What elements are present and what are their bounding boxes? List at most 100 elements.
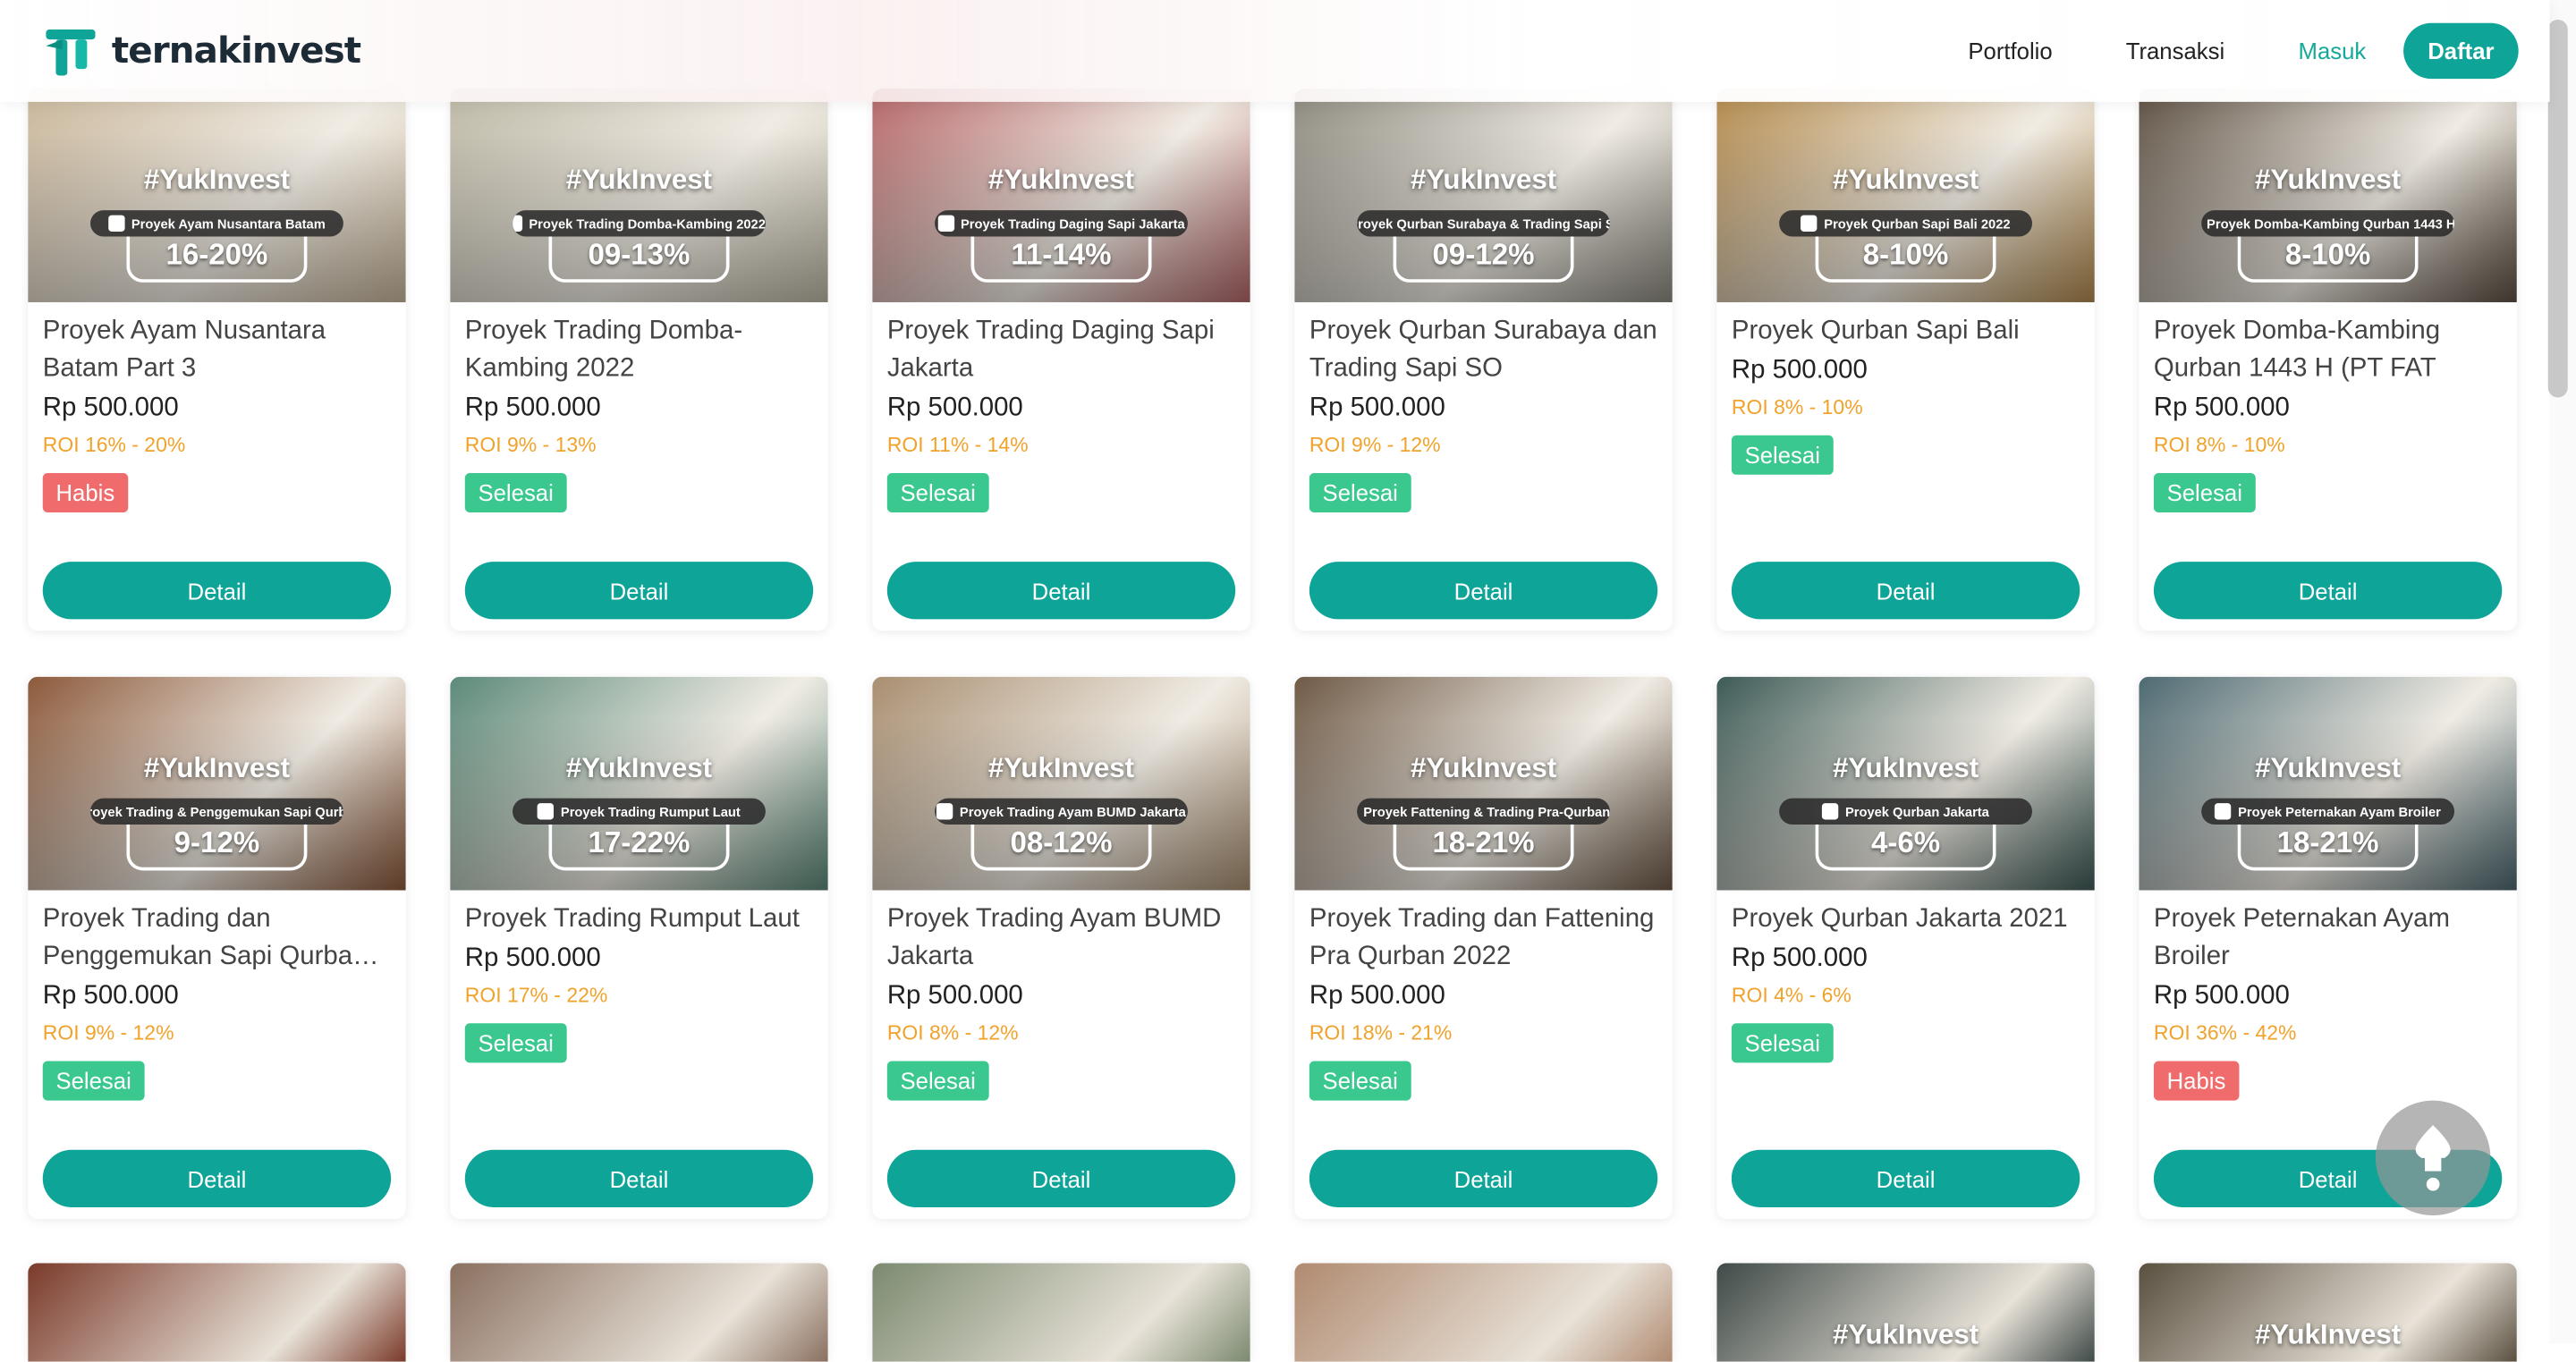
project-title[interactable]: Proyek Trading dan Fattening Pra Qurban … <box>1309 901 1657 976</box>
project-title[interactable]: Proyek Trading Rumput Laut <box>465 901 813 938</box>
project-photo <box>872 1263 1250 1362</box>
project-image[interactable]: #YukInvest Proyek Ayam Nusantara Batam 16-… <box>28 89 406 302</box>
arrow-up-icon <box>2415 1125 2451 1191</box>
yukinvest-banner-text: #YukInvest <box>565 752 713 784</box>
project-image[interactable]: #YukInvest Proyek Fattening & Trading Pra… <box>1294 676 1673 891</box>
project-photo <box>450 1263 828 1362</box>
yukinvest-banner-text: #YukInvest <box>1410 752 1557 784</box>
detail-button[interactable]: Detail <box>464 562 814 620</box>
project-image[interactable] <box>872 1263 1250 1362</box>
scrollbar-thumb[interactable] <box>2547 20 2568 398</box>
project-roi: ROI 9% - 13% <box>464 433 597 457</box>
project-title[interactable]: Proyek Peternakan Ayam Broiler <box>2154 901 2502 976</box>
status-badge: Habis <box>2153 1061 2240 1101</box>
project-price: Rp 500.000 <box>1309 982 1445 1011</box>
detail-button[interactable]: Detail <box>1309 1149 1658 1207</box>
status-badge: Selesai <box>42 1061 145 1101</box>
project-image[interactable]: #YukInvest Proyek Trading Rumput Laut 17-2… <box>450 676 828 891</box>
pill-logo-icon <box>1801 215 1818 232</box>
detail-button[interactable]: Detail <box>1731 1149 2080 1207</box>
project-banner-pill: Proyek Qurban Jakarta <box>1779 798 2032 825</box>
banner-roi-range: 18-21% <box>2237 825 2419 871</box>
project-roi: ROI 8% - 12% <box>886 1021 1019 1045</box>
brand-name: ternakinvest <box>111 30 361 72</box>
project-image[interactable] <box>1294 1263 1673 1362</box>
yukinvest-banner-text: #YukInvest <box>565 164 713 196</box>
detail-button[interactable]: Detail <box>464 1149 814 1207</box>
project-title[interactable]: Proyek Qurban Sapi Bali 2022 <box>1732 312 2080 350</box>
daftar-button[interactable]: Daftar <box>2403 22 2519 80</box>
project-banner-pill: Proyek Trading & Penggemukan Sapi Qurban <box>90 798 343 825</box>
project-image[interactable]: #YukInvest Proyek Trading Ayam BUMD Jakar… <box>872 676 1250 891</box>
project-banner-pill: Proyek Ayam Nusantara Batam <box>90 210 343 237</box>
project-card: #YukInvest Proyek Qurban Jakarta 4-6% Proye… <box>1716 676 2095 1219</box>
project-image[interactable]: #YukInvest Proyek Trading & Penggemukan S… <box>28 676 406 891</box>
project-title[interactable]: Proyek Trading Daging Sapi Jakarta <box>887 312 1235 387</box>
banner-roi-range: 9-12% <box>126 825 308 871</box>
scroll-to-top-button[interactable] <box>2375 1100 2491 1216</box>
project-price: Rp 500.000 <box>42 393 179 423</box>
project-image[interactable] <box>450 1263 828 1362</box>
project-roi: ROI 8% - 10% <box>1731 395 1863 419</box>
nav-transaksi-link[interactable]: Transaksi <box>2126 38 2225 63</box>
yukinvest-banner-text: #YukInvest <box>143 752 291 784</box>
status-badge: Selesai <box>1731 435 1834 475</box>
project-title[interactable]: Proyek Qurban Surabaya dan Trading Sapi … <box>1309 312 1657 387</box>
project-price: Rp 500.000 <box>2153 982 2290 1011</box>
project-title[interactable]: Proyek Trading Ayam BUMD Jakarta <box>887 901 1235 976</box>
project-price: Rp 500.000 <box>1731 944 1868 973</box>
yukinvest-banner-text: #YukInvest <box>2255 1318 2402 1350</box>
yukinvest-banner-text: #YukInvest <box>987 164 1135 196</box>
project-title[interactable]: Proyek Trading dan Penggemukan Sapi Qurb… <box>43 901 391 976</box>
pill-text: Proyek Trading & Penggemukan Sapi Qurban <box>90 804 343 819</box>
project-roi: ROI 11% - 14% <box>886 433 1029 457</box>
project-roi: ROI 9% - 12% <box>1309 433 1441 457</box>
project-card: #YukInvest Proyek Qurban Surabaya & Tradi… <box>1294 89 1673 631</box>
status-badge: Selesai <box>1309 472 1411 513</box>
yukinvest-banner-text: #YukInvest <box>1832 752 1979 784</box>
brand-logo[interactable]: ternakinvest <box>43 23 361 79</box>
project-title[interactable]: Proyek Domba-Kambing Qurban 1443 H (PT F… <box>2154 312 2502 387</box>
yukinvest-banner-text: #YukInvest <box>1410 164 1557 196</box>
yukinvest-banner-text: #YukInvest <box>2255 752 2402 784</box>
yukinvest-banner-text: #YukInvest <box>987 752 1135 784</box>
project-image[interactable]: #YukInvest Proyek Qurban Surabaya & Tradi… <box>1294 89 1673 302</box>
yukinvest-banner-text: #YukInvest <box>1832 1318 1979 1350</box>
project-banner-pill: Proyek Peternakan Ayam Broiler <box>2201 798 2455 825</box>
yukinvest-banner-text: #YukInvest <box>143 164 291 196</box>
project-image[interactable]: #YukInvest Proyek Trading Daging Sapi Jak… <box>872 89 1250 302</box>
project-image[interactable]: #YukInvest Proyek Qurban Jakarta 4-6% <box>1716 676 2095 891</box>
detail-button[interactable]: Detail <box>886 1149 1236 1207</box>
project-roi: ROI 17% - 22% <box>464 984 608 1007</box>
project-card <box>1294 1263 1673 1362</box>
detail-button[interactable]: Detail <box>886 562 1236 620</box>
banner-roi-range: 8-10% <box>2237 236 2419 283</box>
detail-button[interactable]: Detail <box>1731 562 2080 620</box>
pill-text: Proyek Trading Daging Sapi Jakarta <box>961 216 1185 232</box>
project-title[interactable]: Proyek Trading Domba-Kambing 2022 <box>465 312 813 387</box>
project-image[interactable]: #YukInvest Proyek Domba-Kambing Qurban 14… <box>2139 89 2517 302</box>
project-image[interactable]: #YukInvest Proyek Trading Domba-Kambing 2… <box>450 89 828 302</box>
project-title[interactable]: Proyek Ayam Nusantara Batam Part 3 <box>43 312 391 387</box>
project-image[interactable]: #YukInvest <box>1716 1263 2095 1362</box>
project-card: #YukInvest Proyek Trading Domba-Kambing 2… <box>450 89 828 631</box>
project-banner-pill: Proyek Trading Daging Sapi Jakarta <box>935 210 1188 237</box>
project-title[interactable]: Proyek Qurban Jakarta 2021 <box>1732 901 2080 938</box>
status-badge: Selesai <box>464 472 567 513</box>
detail-button[interactable]: Detail <box>2153 562 2503 620</box>
project-image[interactable]: #YukInvest <box>2139 1263 2517 1362</box>
project-image[interactable] <box>28 1263 406 1362</box>
project-image[interactable]: #YukInvest Proyek Peternakan Ayam Broiler… <box>2139 676 2517 891</box>
project-card: #YukInvest Proyek Qurban Sapi Bali 2022 8-… <box>1716 89 2095 631</box>
detail-button[interactable]: Detail <box>42 562 392 620</box>
detail-button[interactable]: Detail <box>42 1149 392 1207</box>
project-image[interactable]: #YukInvest Proyek Qurban Sapi Bali 2022 8-… <box>1716 89 2095 302</box>
project-price: Rp 500.000 <box>886 982 1023 1011</box>
nav-masuk-link[interactable]: Masuk <box>2299 38 2367 63</box>
project-card: #YukInvest Proyek Trading Daging Sapi Jak… <box>872 89 1250 631</box>
pill-text: Proyek Domba-Kambing Qurban 1443 H <box>2207 216 2455 232</box>
detail-button[interactable]: Detail <box>1309 562 1658 620</box>
nav-portfolio-link[interactable]: Portfolio <box>1968 38 2052 63</box>
pill-text: Proyek Ayam Nusantara Batam <box>131 216 326 232</box>
status-badge: Selesai <box>1309 1061 1411 1101</box>
